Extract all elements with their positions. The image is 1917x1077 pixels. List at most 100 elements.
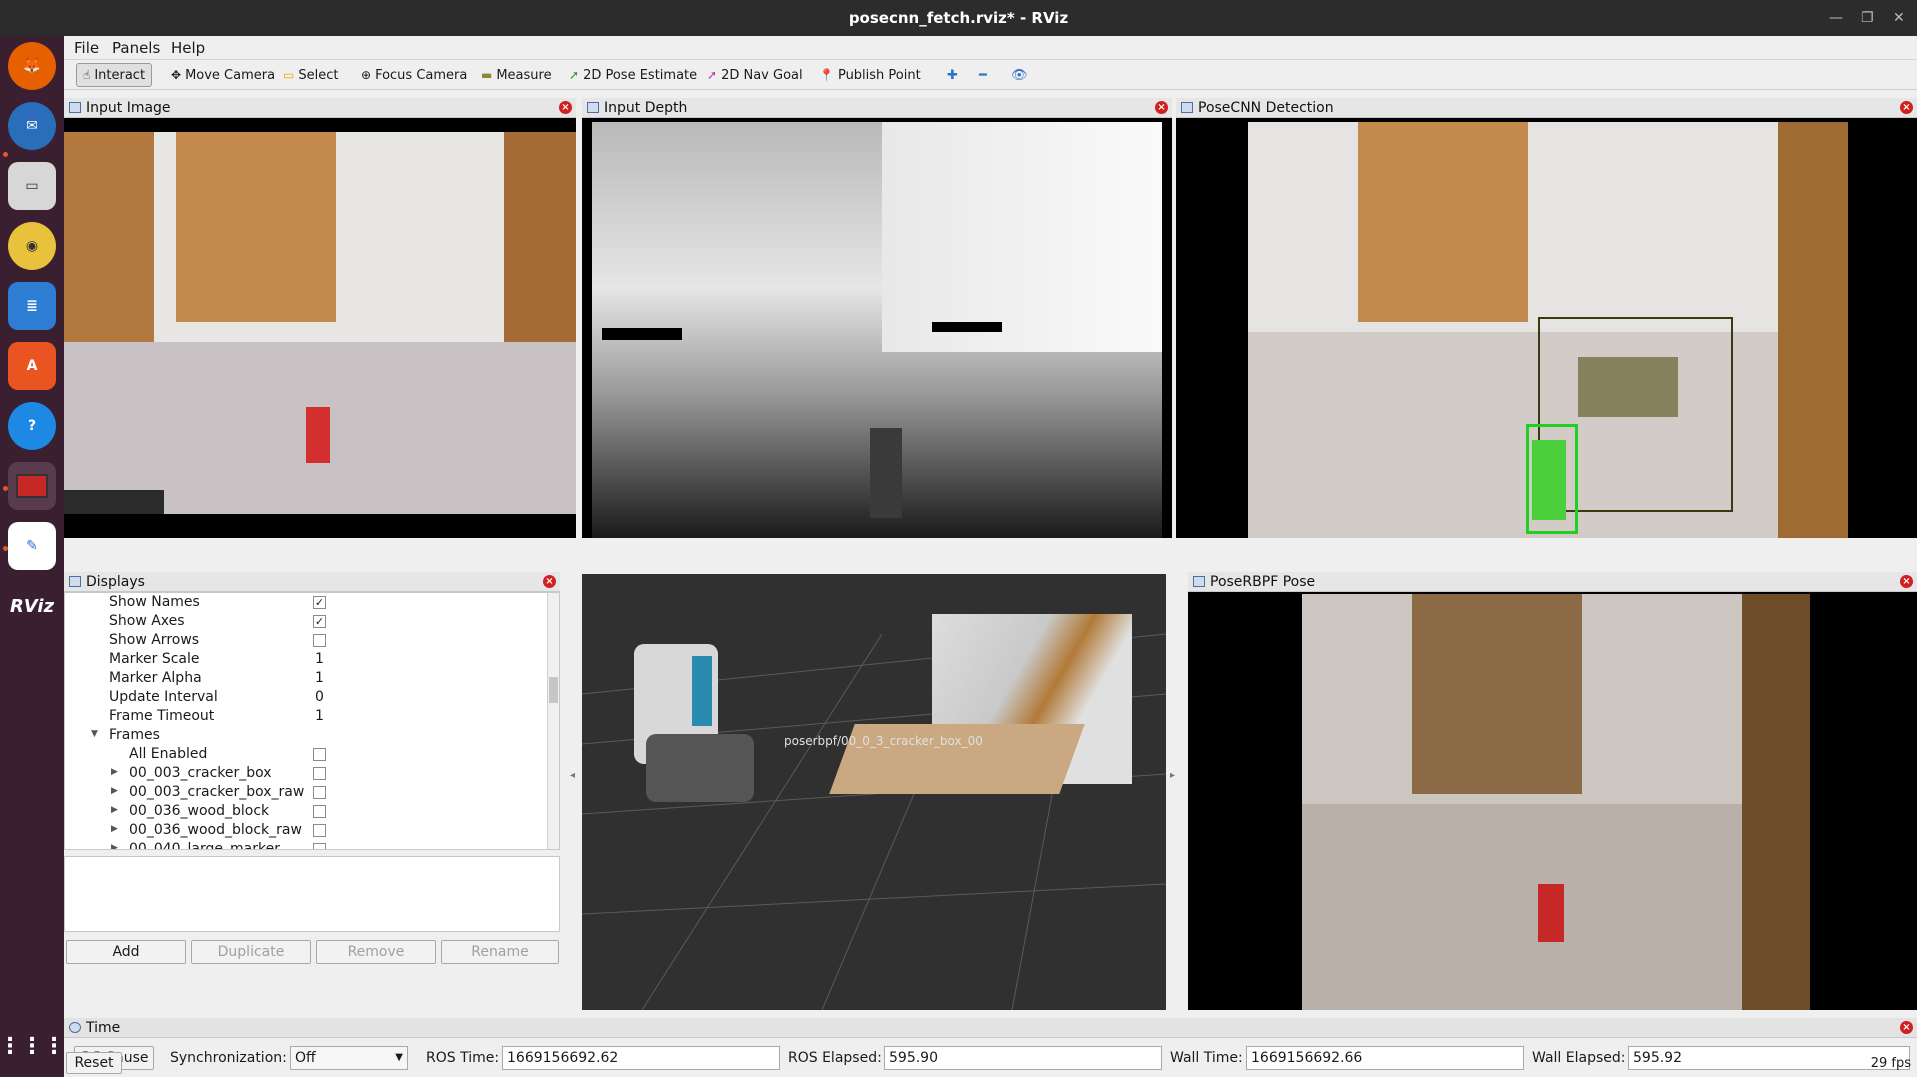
remove-tool-icon[interactable]: ━ xyxy=(972,63,994,87)
expand-arrow-icon[interactable]: ▶ xyxy=(111,843,118,849)
expand-arrow-icon[interactable]: ▶ xyxy=(111,824,118,834)
publish-point-button[interactable]: 📍 Publish Point xyxy=(812,63,928,87)
input-image-panel: Input Image × xyxy=(64,98,576,538)
close-panel-icon[interactable]: × xyxy=(1155,101,1168,114)
prop-value[interactable]: 0 xyxy=(315,689,324,705)
frame-checkbox[interactable] xyxy=(313,805,326,818)
collapse-arrow-icon[interactable]: ▼ xyxy=(91,729,98,739)
focus-camera-button[interactable]: ⊕ Focus Camera xyxy=(354,63,474,87)
software-icon[interactable]: A xyxy=(8,342,56,390)
ros-elapsed-field[interactable]: 595.90 xyxy=(884,1046,1162,1070)
scrollbar[interactable] xyxy=(547,593,559,849)
measure-button[interactable]: ▬ Measure xyxy=(474,63,559,87)
hand-icon: ☝ xyxy=(83,68,91,82)
door-center xyxy=(1412,594,1582,794)
input-depth-panel: Input Depth × xyxy=(582,98,1172,538)
prop-update-interval[interactable]: Update Interval 0 xyxy=(65,688,545,707)
sync-label: Synchronization: xyxy=(170,1050,287,1066)
frame-item: ▶ 00_036_wood_block_raw xyxy=(65,821,545,840)
prop-marker-scale[interactable]: Marker Scale 1 xyxy=(65,650,545,669)
rviz-app-icon[interactable] xyxy=(8,462,56,510)
add-tool-icon[interactable]: ✚ xyxy=(940,63,965,87)
cracker-box xyxy=(306,407,330,463)
collapse-left-icon[interactable]: ◂ xyxy=(570,770,575,781)
prop-show-axes: Show Axes ✓ xyxy=(65,612,545,631)
add-button[interactable]: Add xyxy=(66,940,186,964)
editor-icon[interactable]: ✎ xyxy=(8,522,56,570)
menu-file[interactable]: File xyxy=(74,39,99,57)
wall-elapsed-field[interactable]: 595.92 xyxy=(1628,1046,1910,1070)
expand-arrow-icon[interactable]: ▶ xyxy=(111,786,118,796)
prop-frames[interactable]: ▼ Frames xyxy=(65,726,545,745)
interact-button[interactable]: ☝ Interact xyxy=(76,63,153,87)
pose-estimate-button[interactable]: ➚ 2D Pose Estimate xyxy=(562,63,704,87)
close-panel-icon[interactable]: × xyxy=(1900,575,1913,588)
prop-marker-alpha[interactable]: Marker Alpha 1 xyxy=(65,669,545,688)
menu-panels[interactable]: Panels xyxy=(112,39,160,57)
frame-checkbox[interactable] xyxy=(313,786,326,799)
close-panel-icon[interactable]: × xyxy=(1900,1021,1913,1034)
title-bar: posecnn_fetch.rviz* - RViz — ❐ ✕ xyxy=(0,0,1917,36)
files-icon[interactable]: ▭ xyxy=(8,162,56,210)
remove-button[interactable]: Remove xyxy=(316,940,436,964)
thunderbird-icon[interactable]: ✉ xyxy=(8,102,56,150)
all-enabled-checkbox[interactable] xyxy=(313,748,326,761)
show-arrows-checkbox[interactable] xyxy=(313,634,326,647)
select-button[interactable]: ▭ Select xyxy=(276,63,345,87)
prop-frame-timeout[interactable]: Frame Timeout 1 xyxy=(65,707,545,726)
prop-name: Marker Alpha xyxy=(109,670,202,686)
rhythmbox-icon[interactable]: ◉ xyxy=(8,222,56,270)
show-axes-checkbox[interactable]: ✓ xyxy=(313,615,326,628)
close-panel-icon[interactable]: × xyxy=(1900,101,1913,114)
view-icon[interactable]: 👁 xyxy=(1004,63,1035,87)
close-panel-icon[interactable]: × xyxy=(543,575,556,588)
frame-checkbox[interactable] xyxy=(313,824,326,837)
prop-name: Show Names xyxy=(109,594,200,610)
expand-arrow-icon[interactable]: ▶ xyxy=(111,767,118,777)
help-icon[interactable]: ? xyxy=(8,402,56,450)
move-camera-button[interactable]: ✥ Move Camera xyxy=(164,63,282,87)
floor-mat xyxy=(64,490,164,514)
prop-show-names: Show Names ✓ xyxy=(65,593,545,612)
ros-time-field[interactable]: 1669156692.62 xyxy=(502,1046,780,1070)
sync-select[interactable]: Off ▼ xyxy=(290,1046,408,1070)
firefox-icon[interactable]: 🦊 xyxy=(8,42,56,90)
depth-hole xyxy=(932,322,1002,332)
door-center xyxy=(1358,122,1528,322)
ros-elapsed-label: ROS Elapsed: xyxy=(788,1050,882,1066)
frame-checkbox[interactable] xyxy=(313,767,326,780)
menu-help[interactable]: Help xyxy=(171,39,205,57)
show-apps-icon[interactable]: ⋮⋮⋮ xyxy=(0,1022,65,1070)
3d-view[interactable]: poserbpf/00_0_3_cracker_box_00 xyxy=(582,574,1166,1010)
focus-icon: ⊕ xyxy=(361,68,372,82)
writer-icon[interactable]: ≣ xyxy=(8,282,56,330)
prop-value[interactable]: 1 xyxy=(315,670,324,686)
focus-camera-label: Focus Camera xyxy=(375,67,468,83)
expand-arrow-icon[interactable]: ▶ xyxy=(111,805,118,815)
maximize-icon[interactable]: ❐ xyxy=(1861,10,1874,26)
reset-button[interactable]: Reset xyxy=(66,1052,122,1074)
close-icon[interactable]: ✕ xyxy=(1893,10,1905,26)
rename-button[interactable]: Rename xyxy=(441,940,559,964)
rviz-logo-icon[interactable]: RViz xyxy=(8,582,56,630)
frame-checkbox[interactable] xyxy=(313,843,326,849)
detection-image xyxy=(1248,122,1848,538)
nav-goal-button[interactable]: ➚ 2D Nav Goal xyxy=(700,63,810,87)
minimize-icon[interactable]: — xyxy=(1829,10,1843,26)
close-panel-icon[interactable]: × xyxy=(559,101,572,114)
collapse-right-icon[interactable]: ▸ xyxy=(1170,770,1175,781)
wall-time-field[interactable]: 1669156692.66 xyxy=(1246,1046,1524,1070)
panel-title: PoseCNN Detection xyxy=(1198,100,1334,116)
duplicate-button[interactable]: Duplicate xyxy=(191,940,311,964)
scrollbar-thumb[interactable] xyxy=(549,677,558,703)
prop-name: Show Axes xyxy=(109,613,185,629)
clock-icon xyxy=(69,1022,81,1033)
prop-value[interactable]: 1 xyxy=(315,651,324,667)
panel-title: Time xyxy=(86,1020,121,1036)
prop-value[interactable]: 1 xyxy=(315,708,324,724)
cracker-box-mask xyxy=(1532,440,1566,520)
publish-point-label: Publish Point xyxy=(837,67,921,83)
prop-name: 00_036_wood_block xyxy=(129,803,270,819)
panel-header: PoseCNN Detection × xyxy=(1176,98,1917,118)
show-names-checkbox[interactable]: ✓ xyxy=(313,596,326,609)
